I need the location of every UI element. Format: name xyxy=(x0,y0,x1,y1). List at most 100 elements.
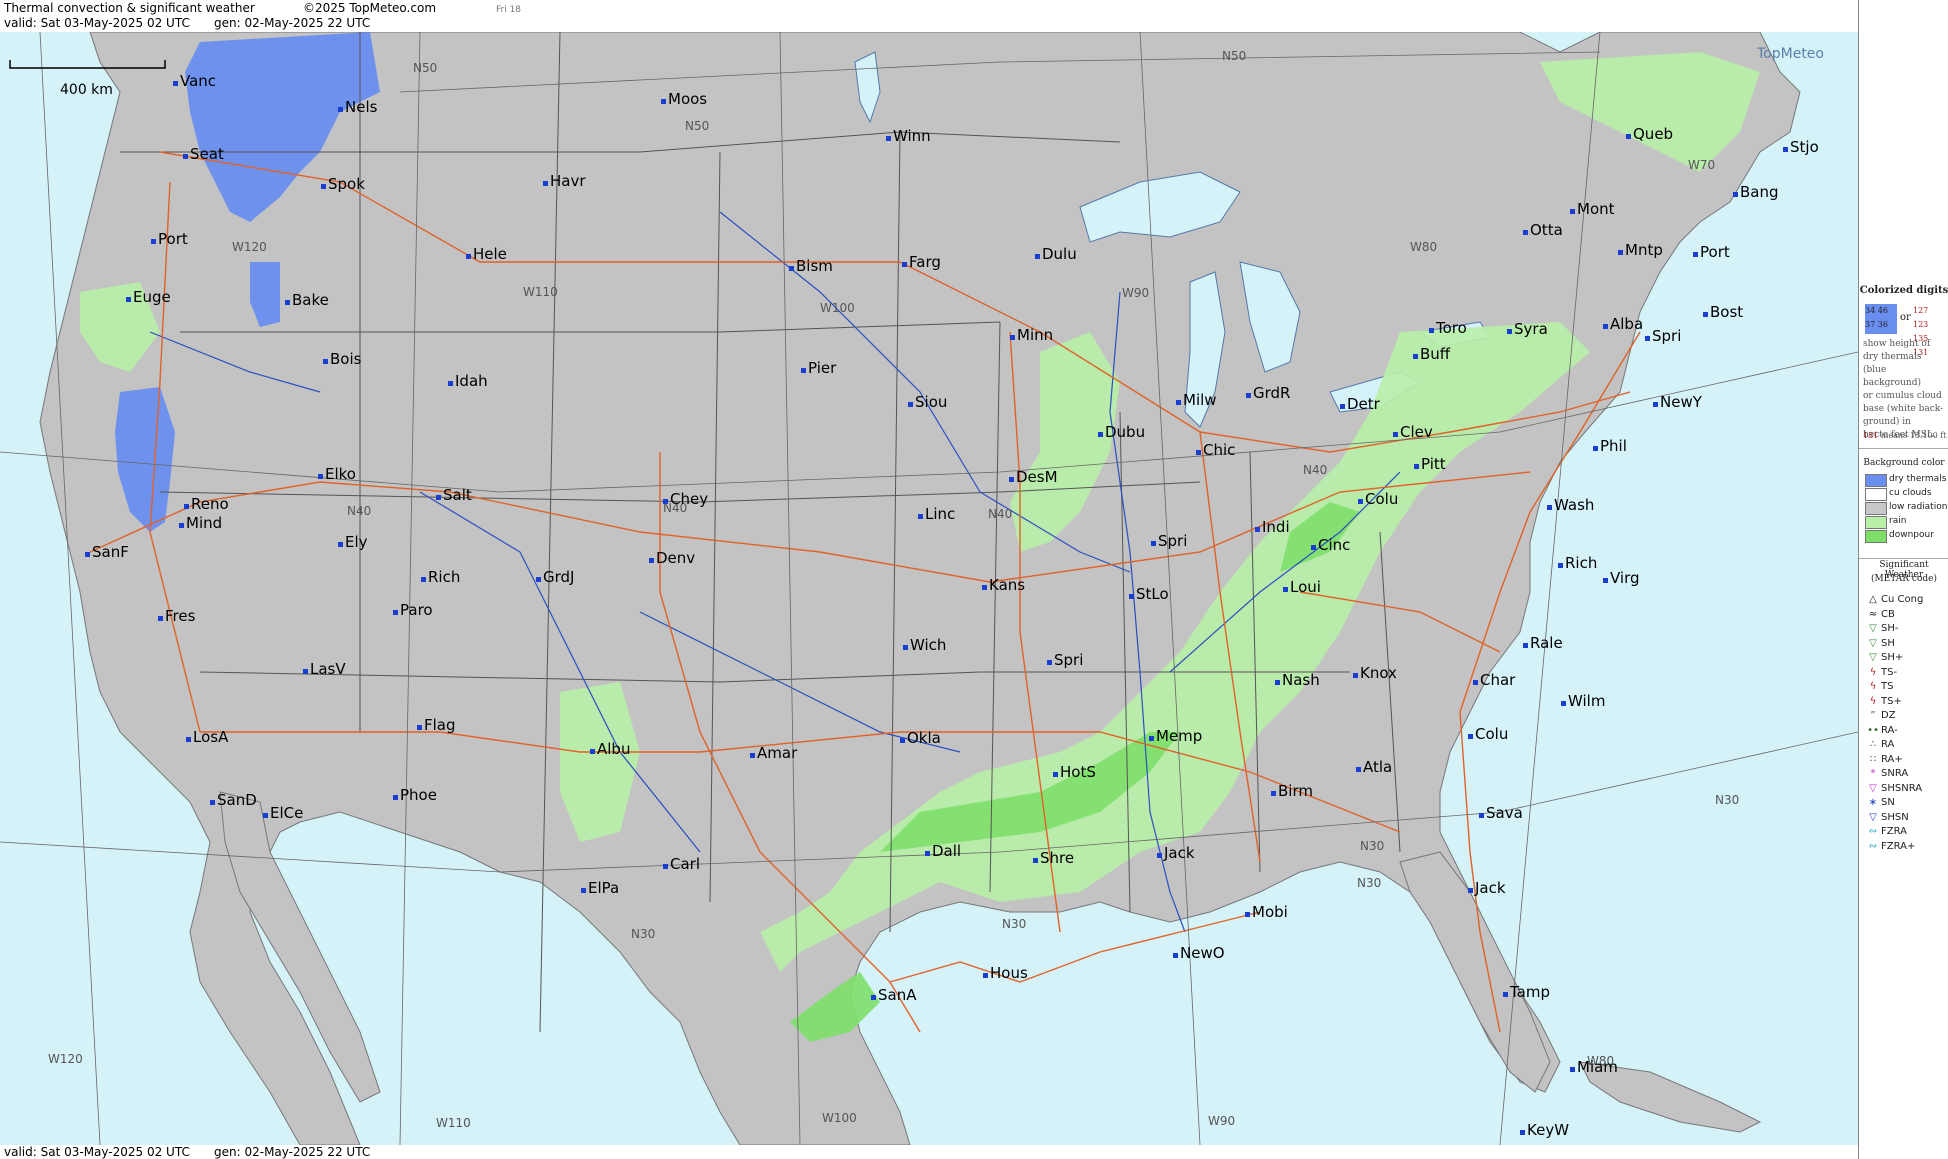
city-label: Spri xyxy=(1054,651,1083,669)
weather-symbol-icon: ▽ xyxy=(1869,623,1877,634)
legend-sig-row: ∾ FZRA xyxy=(1865,826,1907,839)
legend-sig-row: ϟ TS- xyxy=(1865,667,1897,680)
city-marker xyxy=(750,753,755,758)
topmeteo-logo[interactable]: TopMeteo xyxy=(1757,46,1824,62)
city-spok: Spok xyxy=(321,175,365,193)
city-label: Rich xyxy=(428,568,460,586)
city-desm: DesM xyxy=(1009,468,1058,486)
city-label: SanA xyxy=(878,986,917,1004)
legend-sig-row: △ Cu Cong xyxy=(1865,594,1923,607)
city-marker xyxy=(1033,858,1038,863)
legend-sig-row: ▽ SHSNRA xyxy=(1865,783,1922,796)
city-label: LasV xyxy=(310,660,346,678)
legend-sig-label: DZ xyxy=(1881,710,1896,721)
city-havr: Havr xyxy=(543,172,586,190)
legend-sig-row: ∷ RA+ xyxy=(1865,754,1903,767)
city-marker xyxy=(1547,505,1552,510)
legend-desc-line: ground) in xyxy=(1863,417,1911,427)
city-label: Kans xyxy=(989,576,1025,594)
city-marker xyxy=(1035,254,1040,259)
city-reno: Reno xyxy=(184,495,229,513)
legend-sig-label: Cu Cong xyxy=(1881,594,1924,605)
city-wich: Wich xyxy=(903,636,946,654)
city-label: NewO xyxy=(1180,944,1225,962)
city-label: Pier xyxy=(808,359,837,377)
valid-time: valid: Sat 03-May-2025 02 UTC xyxy=(4,16,190,30)
weather-symbol-icon: △ xyxy=(1869,594,1877,605)
legend-sig-row: ▽ SH- xyxy=(1865,623,1898,636)
legend-sig-title-2: (METAR code) xyxy=(1870,574,1937,584)
map-canvas: N50N50N50N40 N40 N40N40N30N30N30N30N30W110… xyxy=(0,32,1858,1145)
city-marker xyxy=(126,297,131,302)
city-marker xyxy=(543,181,548,186)
city-marker xyxy=(393,610,398,615)
city-chey: Chey xyxy=(663,490,708,508)
city-label: Pitt xyxy=(1421,455,1446,473)
city-vanc: Vanc xyxy=(173,72,216,90)
city-marker xyxy=(1245,912,1250,917)
city-label: GrdR xyxy=(1253,384,1290,402)
city-bism: Bism xyxy=(789,257,833,275)
city-marker xyxy=(338,107,343,112)
city-label: Farg xyxy=(909,253,941,271)
city-label: NewY xyxy=(1660,393,1703,411)
city-marker xyxy=(303,669,308,674)
city-winn: Winn xyxy=(886,127,931,145)
city-label: Cinc xyxy=(1318,536,1350,554)
grid-label: W110 xyxy=(523,285,558,299)
city-marker xyxy=(263,813,268,818)
city-label: Elko xyxy=(325,465,356,483)
city-label: Linc xyxy=(925,505,955,523)
city-label: Nels xyxy=(345,98,378,116)
city-marker xyxy=(1246,393,1251,398)
city-label: Spri xyxy=(1652,327,1681,345)
city-marker xyxy=(789,266,794,271)
city-marker xyxy=(1523,643,1528,648)
legend-swatch xyxy=(1865,488,1887,501)
legend-panel: Colorized digits 34 46 37 36 or 127 123 … xyxy=(1858,0,1948,1159)
city-label: Syra xyxy=(1514,320,1548,338)
city-marker xyxy=(1047,660,1052,665)
city-alba: Alba xyxy=(1603,315,1643,333)
weather-symbol-icon: ▽ xyxy=(1869,637,1877,649)
city-label: Seat xyxy=(190,145,224,163)
city-label: Dall xyxy=(932,842,961,860)
city-marker xyxy=(1356,767,1361,772)
city-label: Wash xyxy=(1554,496,1594,514)
city-marker xyxy=(1283,587,1288,592)
city-amar: Amar xyxy=(750,744,798,762)
grid-label: N50 xyxy=(685,119,709,133)
city-label: Nash xyxy=(1282,671,1320,689)
legend-swatch xyxy=(1865,502,1887,515)
city-label: Winn xyxy=(893,127,931,145)
weather-symbol-icon: ▽ xyxy=(1869,811,1877,823)
city-marker xyxy=(1340,404,1345,409)
city-marker xyxy=(903,645,908,650)
city-marker xyxy=(925,851,930,856)
city-marker xyxy=(1129,594,1134,599)
city-port: Port xyxy=(1693,243,1730,261)
city-label: Paro xyxy=(400,601,433,619)
city-hous: Hous xyxy=(983,964,1028,982)
city-denv: Denv xyxy=(649,549,695,567)
city-kans: Kans xyxy=(982,576,1025,594)
city-marker xyxy=(323,359,328,364)
city-label: Mind xyxy=(186,514,222,532)
city-wash: Wash xyxy=(1547,496,1594,514)
legend-sig-row: ∴ RA xyxy=(1865,739,1895,752)
weather-symbol-icon: •• xyxy=(1867,724,1879,736)
weather-map[interactable]: N50 N50 N50 N40 N40 N40 N40 N30 N30 N30 N30 N30 W110… xyxy=(0,32,1858,1145)
city-marker xyxy=(1173,953,1178,958)
city-marker xyxy=(1693,252,1698,257)
city-label: Flag xyxy=(424,716,456,734)
grid-label: N30 xyxy=(631,927,655,941)
legend-swatch xyxy=(1865,516,1887,529)
city-marker xyxy=(184,504,189,509)
city-label: Memp xyxy=(1156,727,1202,745)
city-sana: SanA xyxy=(871,986,917,1004)
city-marker xyxy=(908,402,913,407)
city-label: StLo xyxy=(1136,585,1169,603)
legend-sig-label: SH+ xyxy=(1881,652,1904,663)
city-marker xyxy=(649,558,654,563)
city-marker xyxy=(1558,563,1563,568)
